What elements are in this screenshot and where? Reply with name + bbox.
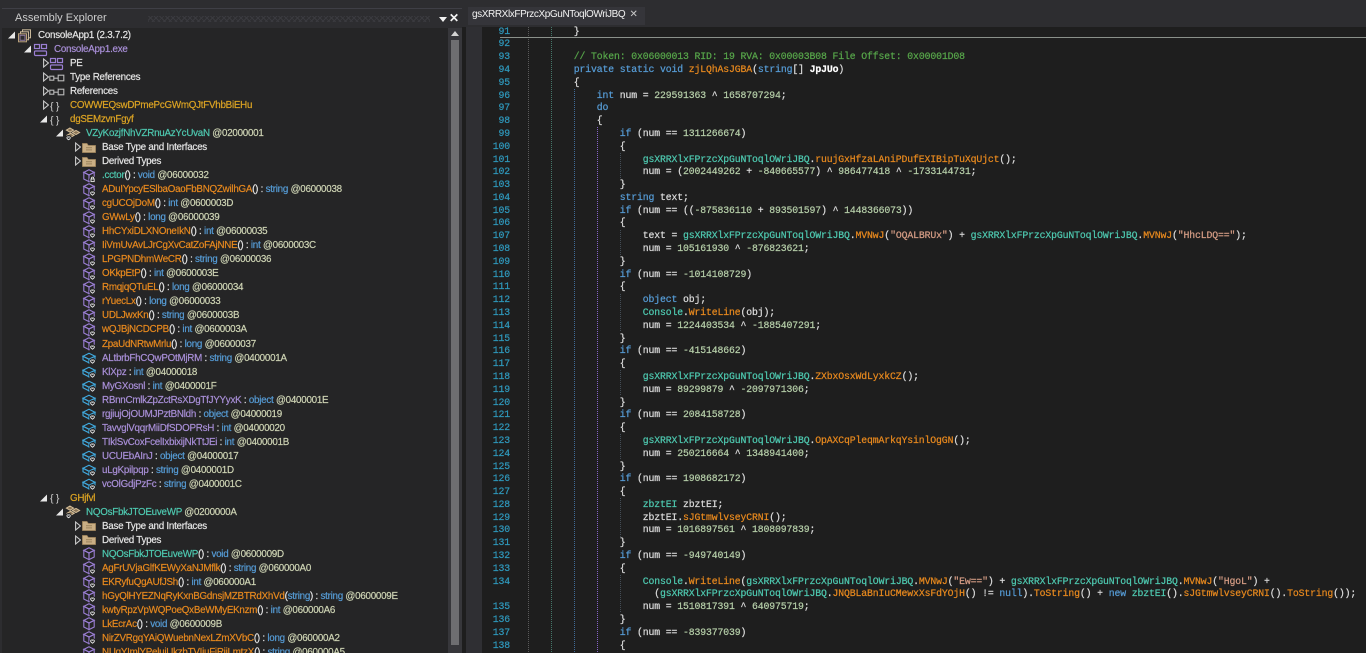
svg-text:{ }: { }	[50, 100, 60, 112]
svg-text:{ }: { }	[50, 493, 60, 505]
svg-text:{ }: { }	[50, 114, 60, 126]
